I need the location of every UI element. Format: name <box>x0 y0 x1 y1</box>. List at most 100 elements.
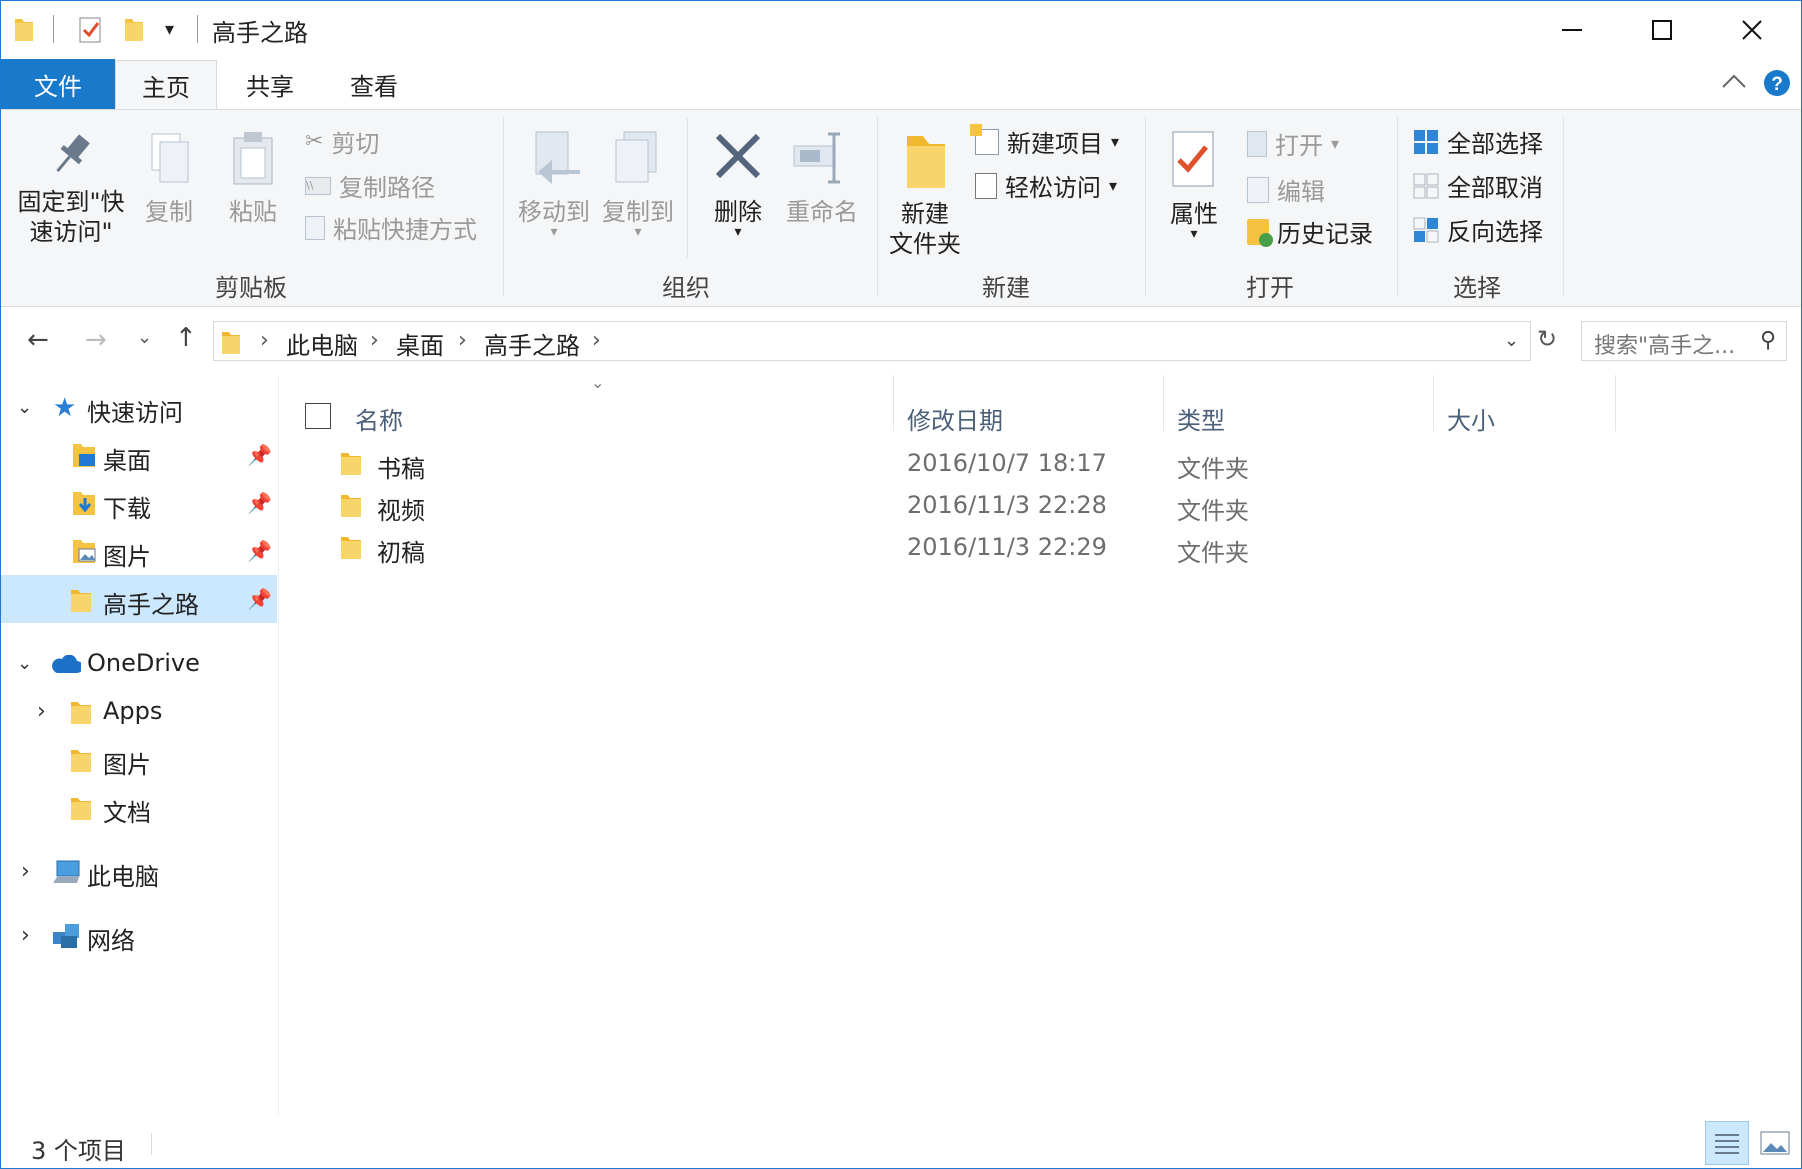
breadcrumb-separator-icon[interactable]: › <box>458 328 467 353</box>
new-folder-quick-icon[interactable] <box>125 15 143 41</box>
breadcrumb-current-folder[interactable]: 高手之路 <box>484 326 580 361</box>
large-icons-view-button[interactable] <box>1753 1121 1797 1165</box>
details-view-button[interactable] <box>1705 1121 1749 1165</box>
pin-to-quick-access-button[interactable]: 固定到"快速访问" <box>11 130 131 247</box>
navigation-pane: ⌄ ★ 快速访问 桌面 📌 下载 📌 图片 📌 高手之路 📌 ⌄ OneDriv… <box>1 375 279 1115</box>
nav-item-current-folder[interactable]: 高手之路 📌 <box>1 575 277 623</box>
select-all-button[interactable]: 全部选择 <box>1413 124 1543 159</box>
easy-access-icon <box>975 172 997 199</box>
column-separator[interactable] <box>1433 375 1434 431</box>
recent-locations-chevron-icon[interactable]: ⌄ <box>137 327 152 348</box>
table-row[interactable]: 初稿 2016/11/3 22:29 文件夹 <box>341 527 1441 569</box>
column-modified-label: 修改日期 <box>907 407 1003 435</box>
paste-button[interactable]: 粘贴 <box>217 130 289 227</box>
refresh-icon[interactable]: ↻ <box>1537 325 1557 353</box>
new-item-icon <box>970 123 999 155</box>
paste-icon <box>233 132 273 185</box>
history-button[interactable]: 历史记录 <box>1247 214 1373 249</box>
address-history-chevron-icon[interactable]: ⌄ <box>1504 330 1519 351</box>
expand-chevron-right-icon[interactable]: › <box>21 923 30 948</box>
table-row[interactable]: 视频 2016/11/3 22:28 文件夹 <box>341 485 1441 527</box>
column-header-size[interactable]: 大小 <box>1447 387 1607 443</box>
tab-view[interactable]: 查看 <box>329 59 419 109</box>
nav-item-onedrive-pictures[interactable]: 图片 <box>1 735 277 783</box>
column-header-type[interactable]: 类型 <box>1177 387 1427 443</box>
breadcrumb-separator-icon[interactable]: › <box>370 328 379 353</box>
nav-item-apps[interactable]: › Apps <box>1 687 277 735</box>
nav-network[interactable]: › 网络 <box>1 911 277 959</box>
expand-chevron-right-icon[interactable]: › <box>21 859 30 884</box>
column-separator[interactable] <box>1163 375 1164 431</box>
column-separator[interactable] <box>893 375 894 431</box>
minimize-button[interactable] <box>1527 1 1617 59</box>
open-button[interactable]: 打开 ▾ <box>1247 126 1339 161</box>
open-label: 打开 <box>1275 132 1323 160</box>
up-arrow-icon[interactable]: ↑ <box>175 323 197 353</box>
pinned-icon[interactable]: 📌 <box>247 491 272 515</box>
nav-quick-access[interactable]: ⌄ ★ 快速访问 <box>1 383 277 431</box>
search-input[interactable]: 搜索"高手之... ⚲ <box>1581 321 1787 361</box>
nav-item-desktop[interactable]: 桌面 📌 <box>1 431 277 479</box>
expand-chevron-right-icon[interactable]: › <box>37 699 46 724</box>
breadcrumb-this-pc[interactable]: 此电脑 <box>286 326 358 361</box>
large-icons-view-icon <box>1760 1131 1790 1155</box>
table-row[interactable]: 书稿 2016/10/7 18:17 文件夹 <box>341 443 1441 485</box>
cut-button[interactable]: ✂ 剪切 <box>305 124 379 159</box>
details-view-icon <box>1715 1134 1739 1154</box>
new-folder-button[interactable]: 新建 文件夹 <box>883 130 967 259</box>
rename-button[interactable]: 重命名 <box>779 130 865 227</box>
breadcrumb-separator-icon[interactable]: › <box>592 328 601 353</box>
tab-home[interactable]: 主页 <box>115 60 217 110</box>
breadcrumb-desktop[interactable]: 桌面 <box>396 326 444 361</box>
nav-item-pictures[interactable]: 图片 📌 <box>1 527 277 575</box>
address-bar[interactable]: › 此电脑 › 桌面 › 高手之路 › ⌄ <box>213 321 1531 361</box>
forward-arrow-icon[interactable]: → <box>85 325 107 355</box>
customize-quick-access-icon[interactable]: ▾ <box>165 19 174 40</box>
nav-onedrive[interactable]: ⌄ OneDrive <box>1 639 277 687</box>
column-header-name[interactable]: 名称 <box>305 387 905 443</box>
pinned-icon[interactable]: 📌 <box>247 539 272 563</box>
copy-path-button[interactable]: \\ 复制路径 <box>305 168 435 203</box>
nav-this-pc[interactable]: › 此电脑 <box>1 847 277 895</box>
column-separator[interactable] <box>1615 375 1616 431</box>
tab-file[interactable]: 文件 <box>1 59 115 109</box>
delete-button[interactable]: 删除 ▾ <box>697 130 779 239</box>
breadcrumb-separator-icon[interactable]: › <box>260 328 269 353</box>
move-to-button[interactable]: 移动到 ▾ <box>513 130 595 239</box>
close-button[interactable] <box>1707 1 1797 59</box>
back-arrow-icon[interactable]: ← <box>27 325 49 355</box>
expand-chevron-down-icon[interactable]: ⌄ <box>17 397 32 418</box>
cut-label: 剪切 <box>331 130 380 158</box>
folder-icon <box>71 586 91 618</box>
open-icon <box>1247 130 1267 157</box>
paste-shortcut-button[interactable]: 粘贴快捷方式 <box>305 210 477 245</box>
collapse-ribbon-icon[interactable] <box>1721 69 1747 99</box>
properties-dropdown-icon: ▾ <box>1190 226 1198 242</box>
folder-icon <box>15 15 33 41</box>
help-icon[interactable]: ? <box>1763 69 1791 101</box>
tab-share[interactable]: 共享 <box>225 59 315 109</box>
new-item-button[interactable]: 新建项目 ▾ <box>970 123 1119 159</box>
properties-quick-icon[interactable] <box>79 17 103 47</box>
folder-icon <box>341 533 361 565</box>
properties-button[interactable]: 属性 ▾ <box>1157 130 1231 242</box>
pinned-icon[interactable]: 📌 <box>247 443 272 467</box>
select-none-button[interactable]: 全部取消 <box>1413 168 1543 203</box>
nav-item-documents[interactable]: 文档 <box>1 783 277 831</box>
maximize-button[interactable] <box>1617 1 1707 59</box>
expand-chevron-down-icon[interactable]: ⌄ <box>17 653 32 674</box>
easy-access-button[interactable]: 轻松访问 ▾ <box>975 168 1117 203</box>
copy-to-button[interactable]: 复制到 ▾ <box>597 130 679 239</box>
edit-button[interactable]: 编辑 <box>1247 172 1325 207</box>
paste-label: 粘贴 <box>229 198 277 226</box>
group-clipboard-label: 剪贴板 <box>215 274 287 302</box>
minimize-icon <box>1562 29 1582 31</box>
close-icon <box>1742 20 1762 40</box>
column-header-modified[interactable]: 修改日期 <box>907 387 1157 443</box>
invert-selection-button[interactable]: 反向选择 <box>1413 212 1543 247</box>
select-all-checkbox[interactable] <box>305 403 331 429</box>
nav-item-downloads[interactable]: 下载 📌 <box>1 479 277 527</box>
pinned-icon[interactable]: 📌 <box>247 587 272 611</box>
copy-button[interactable]: 复制 <box>135 130 203 227</box>
cloud-icon <box>51 653 83 681</box>
